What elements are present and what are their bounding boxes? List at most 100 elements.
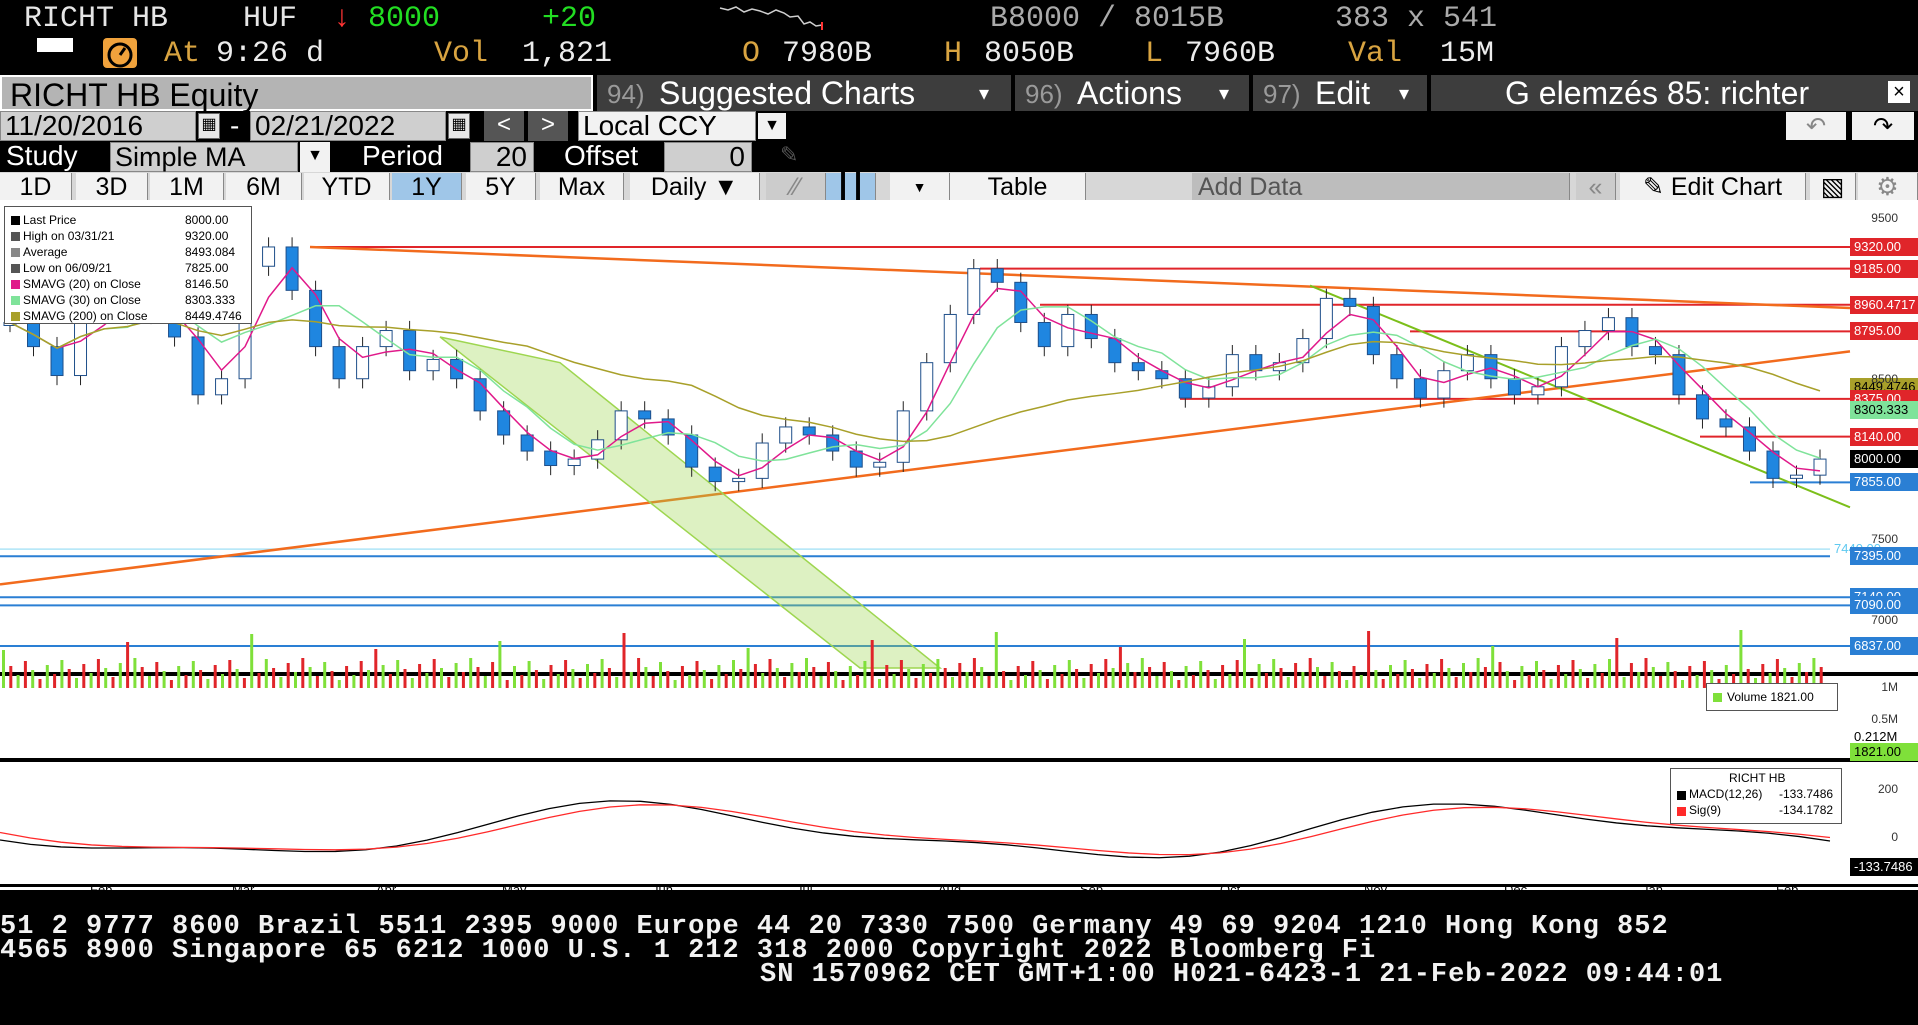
tab-3d[interactable]: 3D [76, 173, 148, 201]
volume-bar [1294, 663, 1298, 688]
volume-bar [1352, 666, 1356, 688]
candle [1554, 346, 1568, 388]
gauge-icon[interactable] [103, 38, 137, 68]
period-label: Period [362, 140, 443, 171]
volume-bar [294, 672, 297, 688]
month-tick: Oct [1220, 882, 1241, 897]
volume-bar [644, 667, 648, 688]
chevron-down-icon[interactable]: ▼ [300, 142, 330, 172]
price-label: 8303.333 [1850, 401, 1918, 420]
candle [1061, 313, 1075, 348]
month-tick: Jun [652, 882, 673, 897]
table-button[interactable]: Table [950, 173, 1086, 201]
gear-icon[interactable]: ⚙ [1858, 173, 1918, 201]
volume-bar [1593, 664, 1597, 688]
down-arrow-icon: ↓ [333, 2, 352, 36]
candle [896, 410, 910, 463]
volume-bar [447, 677, 451, 688]
price-label: 9320.00 [1850, 237, 1918, 256]
volume-bar [739, 669, 743, 688]
candle-chart-icon[interactable]: ┃┃ [826, 173, 876, 201]
price-change: +20 [542, 2, 597, 36]
candle [1719, 418, 1733, 428]
month-tick: May [502, 882, 527, 897]
candle [50, 346, 64, 377]
volume-bar [680, 666, 684, 688]
chevron-down-icon[interactable]: ▼ [758, 113, 786, 139]
tab-1m[interactable]: 1M [150, 173, 224, 201]
grid-icon[interactable] [37, 38, 73, 66]
open-value: 7980B [782, 37, 873, 71]
undo-icon[interactable]: ↶ [1786, 112, 1846, 140]
candle [1648, 346, 1662, 356]
suggested-charts-menu[interactable]: 94) Suggested Charts ▾ [597, 75, 1011, 111]
volume-bar [936, 659, 940, 688]
close-icon[interactable]: × [1888, 81, 1910, 103]
actions-menu[interactable]: 96) Actions ▾ [1015, 75, 1249, 111]
candle [356, 346, 370, 380]
price-chart[interactable] [0, 200, 1918, 890]
calendar-icon[interactable]: ▦ [448, 113, 470, 139]
pencil-icon[interactable]: ✎ [780, 142, 798, 168]
volume-bar [1097, 673, 1100, 688]
volume-bar [1221, 665, 1225, 688]
candle [1014, 281, 1028, 323]
volume-bar [1513, 680, 1517, 688]
volume-bar [104, 668, 108, 688]
tab-1d[interactable]: 1D [0, 173, 72, 201]
period-field[interactable]: 20 [470, 142, 534, 172]
candle [567, 458, 581, 467]
frequency-select[interactable]: Daily ▼ [630, 173, 760, 201]
offset-field[interactable]: 0 [664, 142, 752, 172]
prev-range-button[interactable]: < [484, 111, 524, 141]
edit-menu[interactable]: 97) Edit ▾ [1253, 75, 1427, 111]
tab-5y[interactable]: 5Y [466, 173, 536, 201]
volume-bar [1162, 662, 1166, 688]
end-date-field[interactable]: 02/21/2022 [250, 111, 446, 141]
volume-bar [461, 672, 465, 688]
volume-bar [1410, 669, 1414, 688]
currency-select[interactable]: Local CCY [578, 111, 756, 141]
chevron-down-icon[interactable]: ▼ [890, 173, 950, 201]
volume-bar [308, 667, 312, 688]
volume-bar [228, 660, 232, 688]
month-tick: Mar [232, 882, 255, 897]
volume-bar [921, 664, 925, 688]
tab-max[interactable]: Max [540, 173, 624, 201]
volume-bar [498, 641, 502, 688]
volume-bar [111, 677, 115, 688]
legend-label: Last Price [23, 213, 77, 227]
security-field[interactable]: RICHT HB Equity [0, 75, 593, 113]
tab-1y[interactable]: 1Y [392, 173, 462, 201]
chart-settings-icon[interactable]: ▧ [1810, 173, 1856, 201]
volume-bar [1359, 675, 1363, 688]
volume-value: 1,821 [522, 37, 613, 71]
volume-bar [1542, 670, 1546, 688]
tab-ytd[interactable]: YTD [304, 173, 390, 201]
line-chart-icon[interactable]: ⁄⁄ [766, 173, 826, 201]
offset-label: Offset [564, 140, 639, 171]
volume-bar [812, 667, 816, 688]
start-date-field[interactable]: 11/20/2016 [0, 111, 196, 141]
volume-bar [1206, 670, 1210, 688]
month-tick: Nov [1364, 882, 1388, 897]
volume-bar [359, 661, 363, 688]
volume-bar [1673, 671, 1677, 688]
candle [1037, 321, 1051, 348]
calendar-icon[interactable]: ▦ [198, 113, 220, 139]
add-data-field[interactable]: Add Data [1192, 173, 1570, 201]
legend-swatch-icon [11, 232, 20, 241]
redo-icon[interactable]: ↷ [1852, 112, 1914, 140]
legend-swatch-icon [11, 216, 20, 225]
study-select[interactable]: Simple MA [110, 142, 298, 172]
double-chevron-left-icon[interactable]: « [1576, 173, 1616, 201]
candle [779, 426, 793, 444]
moving-average-line [9, 319, 1821, 443]
volume-bar [1235, 660, 1239, 688]
edit-chart-button[interactable]: ✎ Edit Chart [1620, 173, 1806, 201]
legend-value: 9320.00 [185, 229, 229, 243]
volume-bar [1228, 674, 1232, 688]
tab-6m[interactable]: 6M [226, 173, 302, 201]
volume-bar [1666, 662, 1670, 688]
next-range-button[interactable]: > [528, 111, 568, 141]
